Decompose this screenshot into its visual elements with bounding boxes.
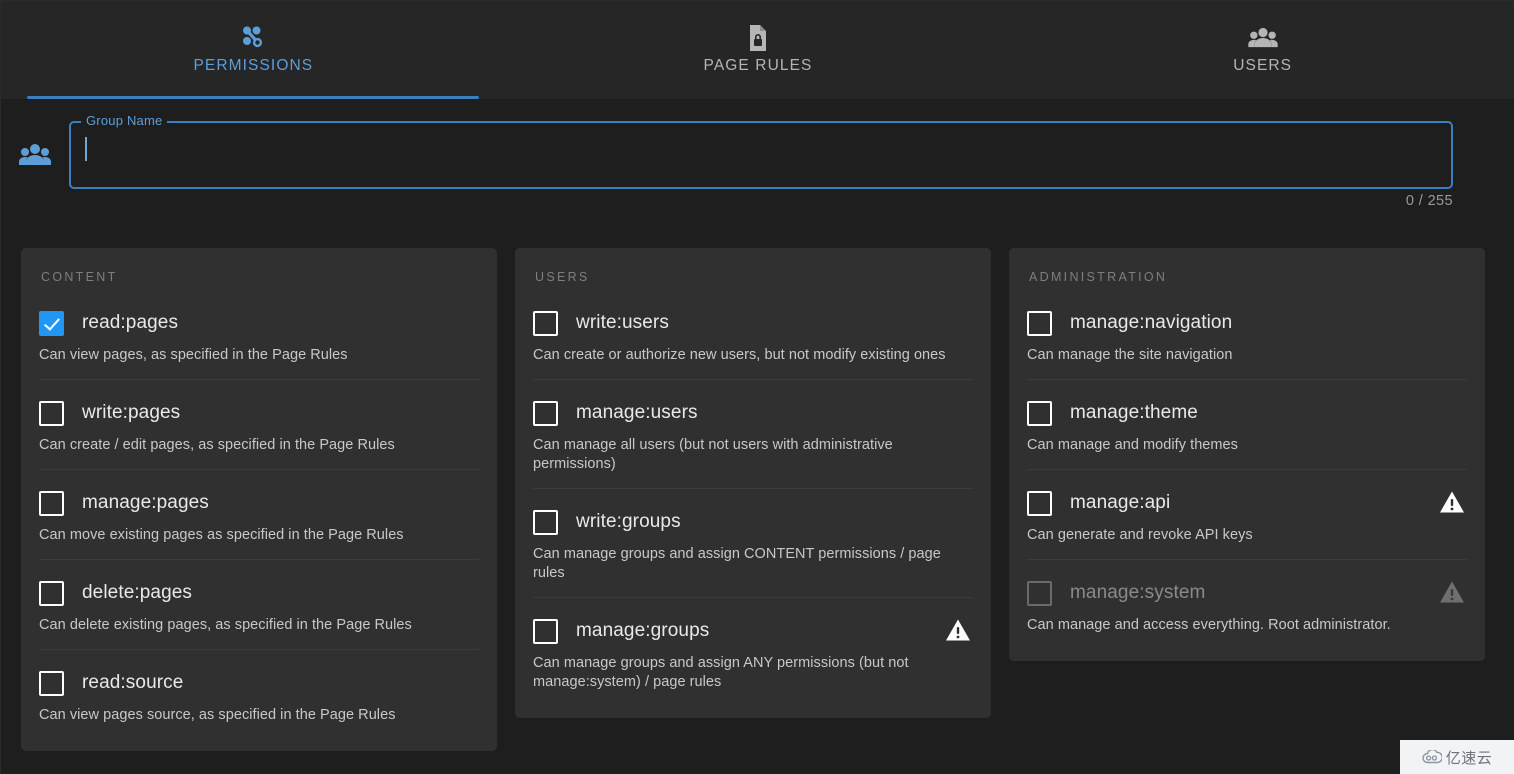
checkbox-manage-theme[interactable] [1027,400,1052,426]
permission-name: manage:api [1070,492,1171,513]
permission-row: manage:users Can manage all users (but no… [533,400,973,489]
permission-header: read:pages [39,310,479,336]
permission-name: manage:system [1070,582,1206,603]
group-avatar-icon [1,99,69,189]
permission-row: manage:pages Can move existing pages as s… [39,490,479,560]
permission-row: write:groups Can manage groups and assign… [533,509,973,598]
permission-header: write:groups [533,509,973,535]
permissions-nodes-icon [240,23,266,53]
permission-header: manage:api [1027,490,1467,516]
permission-name: read:source [82,672,184,693]
permission-description: Can view pages, as specified in the Page… [39,347,348,363]
permissions-page: PERMISSIONS PAGE RULES USERS Group Name 0 … [0,0,1514,774]
checkbox-read-source[interactable] [39,670,64,696]
panel-title: CONTENT [41,270,118,284]
tab-label: PAGE RULES [703,57,813,74]
permission-header: write:users [533,310,973,336]
permission-row: write:users Can create or authorize new u… [533,310,973,380]
checkbox-write-groups[interactable] [533,509,558,535]
watermark: 亿速云 [1400,740,1514,774]
permission-header: manage:users [533,400,973,426]
permission-row: manage:system Can manage and access every… [1027,580,1467,649]
group-name-input[interactable] [83,133,1439,179]
tab-label: USERS [1233,57,1293,74]
permission-description: Can create or authorize new users, but n… [533,347,946,363]
checkbox-manage-pages[interactable] [39,490,64,516]
permission-name: delete:pages [82,582,193,603]
permission-description: Can manage the site navigation [1027,347,1233,363]
panel-title: ADMINISTRATION [1029,270,1168,284]
permission-description: Can delete existing pages, as specified … [39,617,412,633]
group-name-field-wrapper: Group Name 0 / 255 [69,114,1453,209]
checkbox-write-users[interactable] [533,310,558,336]
permission-name: manage:users [576,402,698,423]
cloud-icon [1422,750,1442,764]
checkbox-delete-pages[interactable] [39,580,64,606]
permission-description: Can manage groups and assign ANY permiss… [533,655,909,690]
checkbox-manage-system [1027,580,1052,606]
permission-header: manage:theme [1027,400,1467,426]
checkbox-manage-api[interactable] [1027,490,1052,516]
permission-row: manage:theme Can manage and modify themes [1027,400,1467,470]
permission-row: manage:api Can generate and revoke API ke… [1027,490,1467,560]
permission-name: write:pages [82,402,181,423]
tab-page-rules[interactable]: PAGE RULES [506,1,1011,99]
permission-description: Can generate and revoke API keys [1027,527,1253,543]
checkbox-read-pages[interactable] [39,310,64,336]
permission-row: write:pages Can create / edit pages, as s… [39,400,479,470]
group-name-row: Group Name 0 / 255 [1,99,1514,227]
tab-label: PERMISSIONS [193,57,314,74]
permission-header: manage:system [1027,580,1467,606]
panel-title: USERS [535,270,590,284]
permission-header: write:pages [39,400,479,426]
permission-row: manage:navigation Can manage the site nav… [1027,310,1467,380]
permission-description: Can manage all users (but not users with… [533,437,893,472]
checkbox-write-pages[interactable] [39,400,64,426]
document-lock-icon [746,23,770,53]
watermark-text: 亿速云 [1445,749,1493,767]
permission-name: manage:groups [576,620,710,641]
group-name-field[interactable]: Group Name [69,114,1453,189]
permission-header: manage:pages [39,490,479,516]
permission-row: delete:pages Can delete existing pages, a… [39,580,479,650]
warning-icon [945,618,971,644]
tab-bar: PERMISSIONS PAGE RULES USERS [1,1,1514,99]
users-group-icon [1248,23,1278,53]
permission-header: delete:pages [39,580,479,606]
permission-description: Can move existing pages as specified in … [39,527,404,543]
permission-header: read:source [39,670,479,696]
checkbox-manage-groups[interactable] [533,618,558,644]
permission-name: manage:navigation [1070,312,1233,333]
permission-description: Can manage and modify themes [1027,437,1238,453]
permission-name: read:pages [82,312,179,333]
permission-panel-content: CONTENT read:pages Can view pages, as spec… [21,248,497,751]
permission-description: Can manage groups and assign CONTENT per… [533,546,941,581]
tab-permissions[interactable]: PERMISSIONS [1,1,506,99]
checkbox-manage-users[interactable] [533,400,558,426]
permission-name: write:groups [576,511,681,532]
permission-row: read:pages Can view pages, as specified i… [39,310,479,380]
permission-row: manage:groups Can manage groups and assig… [533,618,973,706]
character-counter: 0 / 255 [1405,193,1453,209]
permission-description: Can view pages source, as specified in t… [39,707,396,723]
permission-name: manage:theme [1070,402,1198,423]
permission-header: manage:navigation [1027,310,1467,336]
permission-name: write:users [576,312,669,333]
permission-description: Can manage and access everything. Root a… [1027,617,1391,633]
warning-icon [1439,580,1465,606]
permission-panel-users: USERS write:users Can create or authorize … [515,248,991,718]
tab-users[interactable]: USERS [1010,1,1514,99]
warning-icon [1439,490,1465,516]
permission-description: Can create / edit pages, as specified in… [39,437,395,453]
permission-panel-administration: ADMINISTRATION manage:navigation Can manag… [1009,248,1485,661]
permission-row: read:source Can view pages source, as spe… [39,670,479,739]
permission-name: manage:pages [82,492,209,513]
checkbox-manage-navigation[interactable] [1027,310,1052,336]
permission-columns: CONTENT read:pages Can view pages, as spec… [21,248,1485,751]
group-name-label: Group Name [81,114,168,128]
permission-header: manage:groups [533,618,973,644]
